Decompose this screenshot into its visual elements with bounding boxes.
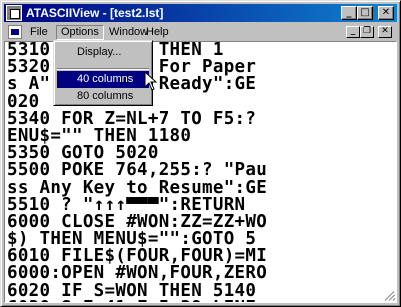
listing-line: ss Any Key to Resume":GE <box>7 179 268 197</box>
menu-options[interactable]: Options <box>56 25 104 40</box>
listing-line: 6010 FILE$(FOUR,FOUR)=MI <box>7 248 268 266</box>
document-icon[interactable] <box>8 25 22 39</box>
window-title: ATASCIIView - [test2.lst] <box>26 6 164 20</box>
menu-bar: File Options Window Help _ ❐ ✕ <box>4 23 397 41</box>
menu-item-display[interactable]: Display... <box>57 44 149 61</box>
listing-line: 5510 ? "↑↑↑▀▀▀":RETURN <box>7 196 246 214</box>
mdi-restore-button[interactable]: ❐ <box>360 26 374 38</box>
listing-line: 6000:OPEN #WON,FOUR,ZERO <box>7 265 268 283</box>
listing-line: ENU$="" THEN 1180 <box>7 127 192 146</box>
close-button[interactable]: ✕ <box>378 6 394 20</box>
mouse-pointer-icon <box>144 71 158 91</box>
resize-grip[interactable] <box>383 289 396 301</box>
minimize-button[interactable]: _ <box>341 6 357 20</box>
mdi-close-button[interactable]: ✕ <box>378 26 392 38</box>
listing-line: 5500 POKE 764,255:? "Pau <box>7 162 268 180</box>
options-dropdown-menu: Display... 40 columns 80 columns <box>53 40 153 106</box>
maximize-button[interactable]: □ <box>357 6 373 20</box>
app-window: ATASCIIView - [test2.lst] _ □ ✕ File Opt… <box>0 0 401 307</box>
listing-line: 6000 CLOSE #WON:ZZ=ZZ+WO <box>7 213 268 232</box>
app-icon[interactable] <box>6 5 22 21</box>
menu-item-40-columns[interactable]: 40 columns <box>57 71 149 88</box>
listing-line: 5350 GOTO 5020 <box>7 145 159 163</box>
listing-line: 6030 S=F+41:F=5+39:LINE: <box>7 300 396 302</box>
menu-file[interactable]: File <box>26 25 52 40</box>
menu-separator <box>57 68 149 70</box>
title-bar[interactable]: ATASCIIView - [test2.lst] _ □ ✕ <box>4 4 397 22</box>
listing-line: 5340 FOR Z=NL+7 TO F5:? <box>7 110 257 128</box>
menu-help[interactable]: Help <box>142 25 173 40</box>
menu-item-80-columns[interactable]: 80 columns <box>57 88 149 105</box>
mdi-minimize-button[interactable]: _ <box>346 26 360 38</box>
listing-line: $) THEN MENU$="":GOTO 5 <box>7 231 257 249</box>
listing-line: 6020 IF S=WON THEN 5140 <box>7 282 257 300</box>
